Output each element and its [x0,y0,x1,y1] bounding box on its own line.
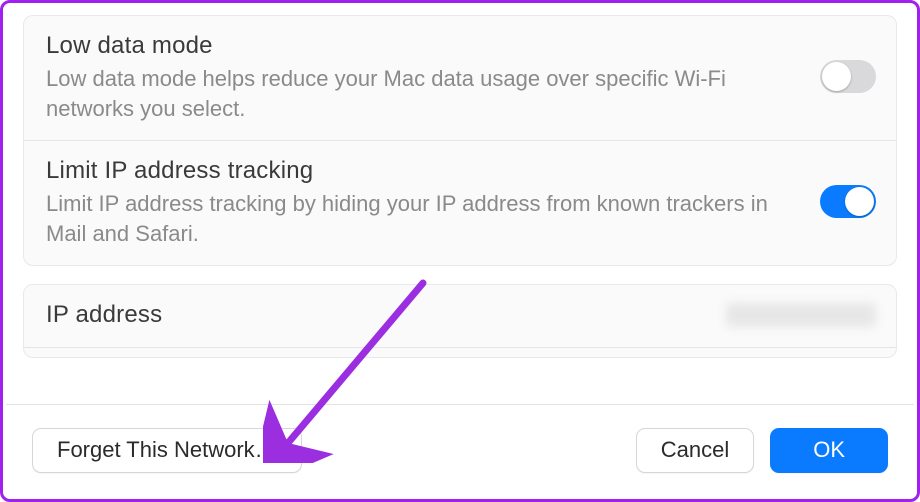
ok-button[interactable]: OK [770,428,888,472]
cancel-button[interactable]: Cancel [636,428,754,472]
limit-ip-toggle[interactable] [820,185,876,218]
limit-ip-title: Limit IP address tracking [46,155,790,187]
toggle-knob [845,187,874,216]
settings-group-ip: IP address [23,284,897,358]
settings-group-network-options: Low data mode Low data mode helps reduce… [23,15,897,266]
toggle-knob [822,62,851,91]
low-data-mode-desc: Low data mode helps reduce your Mac data… [46,64,790,123]
ip-address-title: IP address [46,299,696,331]
dialog-button-bar: Forget This Network… Cancel OK [6,404,914,496]
row-placeholder [24,347,896,357]
settings-scroll-area: Low data mode Low data mode helps reduce… [3,3,917,401]
limit-ip-desc: Limit IP address tracking by hiding your… [46,189,790,248]
row-low-data-mode: Low data mode Low data mode helps reduce… [24,16,896,140]
ip-address-value-redacted [726,303,876,327]
row-text: IP address [46,299,696,331]
row-ip-address: IP address [24,285,896,347]
low-data-mode-toggle[interactable] [820,60,876,93]
forget-network-button[interactable]: Forget This Network… [32,428,302,472]
row-text: Low data mode Low data mode helps reduce… [46,30,790,124]
row-limit-ip-tracking: Limit IP address tracking Limit IP addre… [24,140,896,265]
low-data-mode-title: Low data mode [46,30,790,62]
row-text: Limit IP address tracking Limit IP addre… [46,155,790,249]
